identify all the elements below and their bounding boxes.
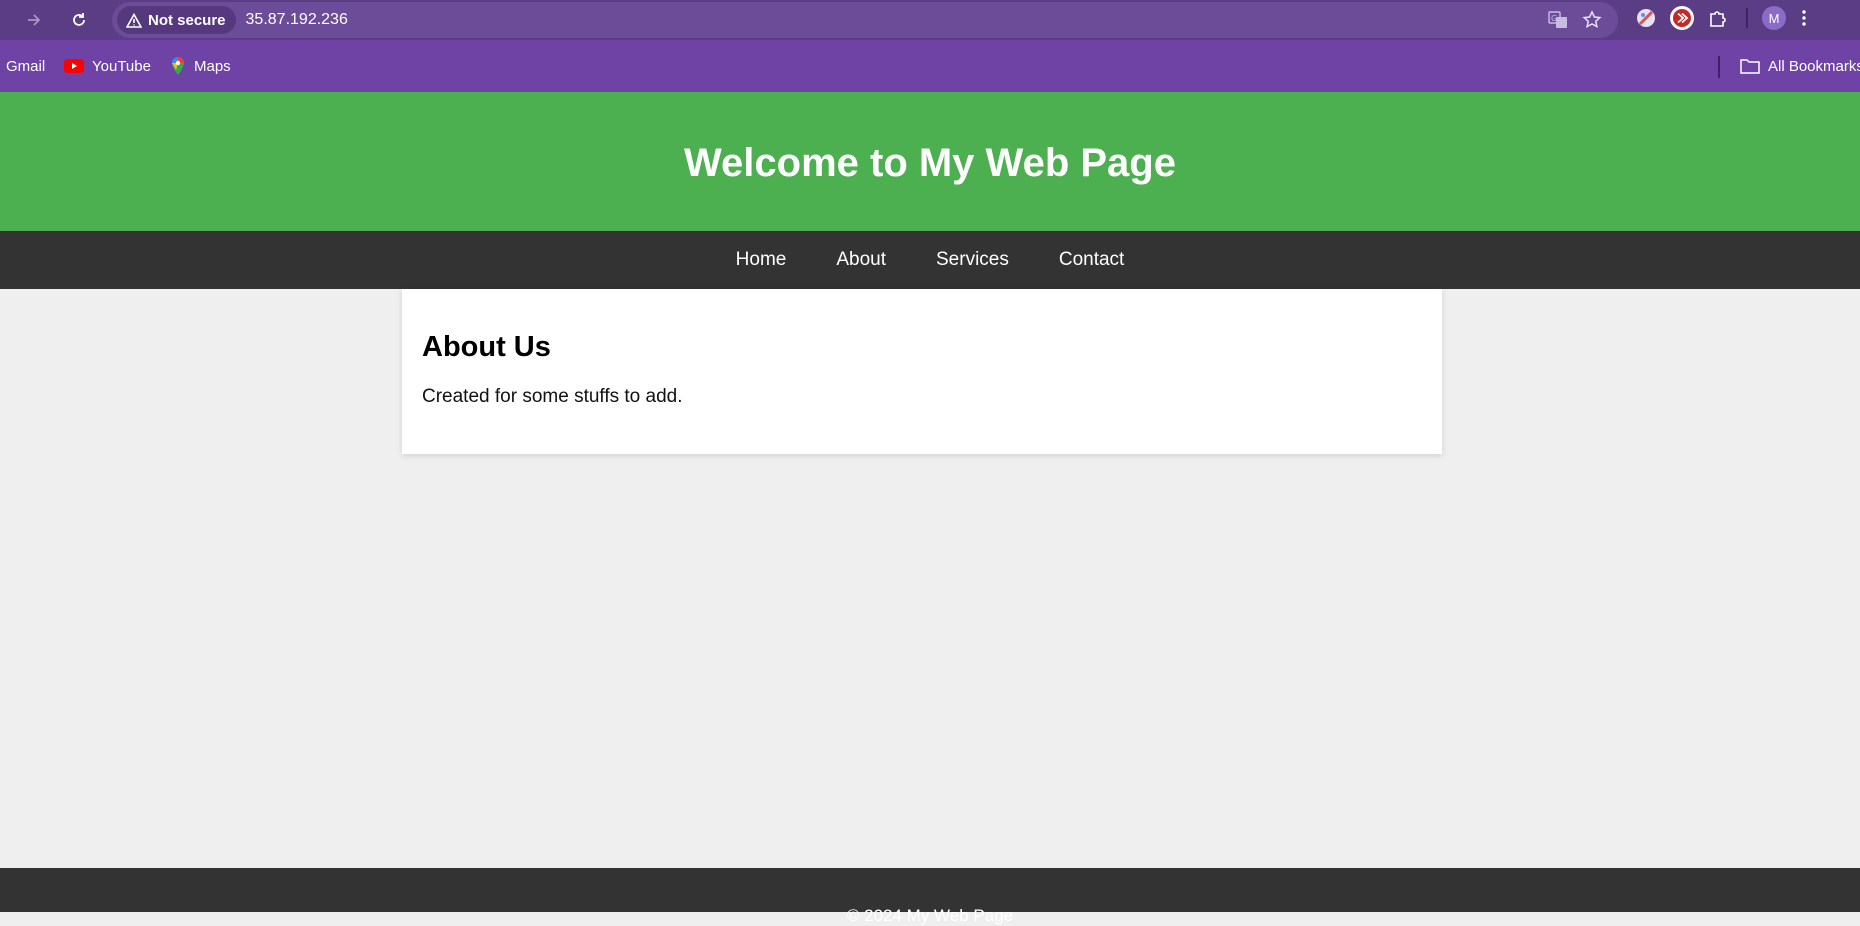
nav-link-about[interactable]: About: [811, 249, 911, 271]
site-footer: © 2024 My Web Page: [0, 868, 1860, 925]
all-bookmarks-label: All Bookmarks: [1768, 57, 1860, 75]
extensions-area: M: [1632, 4, 1814, 32]
svg-text:G: G: [1551, 14, 1557, 23]
bookmark-gmail[interactable]: Gmail: [0, 50, 51, 82]
warning-icon: [126, 12, 142, 28]
security-chip[interactable]: Not secure: [117, 6, 236, 34]
address-bar[interactable]: Not secure 35.87.192.236 G: [112, 2, 1618, 38]
bookmark-youtube[interactable]: YouTube: [58, 50, 157, 82]
section-text: Created for some stuffs to add.: [422, 386, 683, 407]
paint-extension-icon: [1637, 9, 1655, 27]
bookmark-star-button[interactable]: [1578, 6, 1606, 34]
extension-record-button[interactable]: [1668, 4, 1696, 32]
bookmark-label: YouTube: [92, 57, 151, 75]
section-title: About Us: [422, 331, 551, 363]
site-header: Welcome to My Web Page: [0, 92, 1860, 231]
nav-link-services[interactable]: Services: [911, 249, 1034, 271]
nav-link-contact[interactable]: Contact: [1034, 249, 1149, 271]
star-icon: [1582, 10, 1602, 29]
puzzle-icon: [1710, 11, 1726, 27]
about-section: About Us Created for some stuffs to add.: [402, 289, 1442, 454]
bookmark-maps[interactable]: Maps: [164, 50, 237, 82]
arrow-right-icon: [28, 14, 41, 26]
extension-paint-button[interactable]: [1632, 4, 1660, 32]
reload-button[interactable]: [63, 4, 95, 36]
bookmarks-bar: Gmail YouTube Maps All Bookmarks: [0, 40, 1860, 92]
youtube-icon: [64, 59, 84, 73]
toolbar-divider: [1746, 8, 1748, 28]
extensions-menu-button[interactable]: [1704, 4, 1732, 32]
maps-icon: [172, 57, 184, 75]
all-bookmarks-button[interactable]: All Bookmarks: [1734, 50, 1860, 82]
profile-avatar[interactable]: M: [1762, 6, 1786, 30]
bookmark-label: Maps: [194, 57, 231, 75]
bookmark-label: Gmail: [6, 57, 46, 75]
footer-text: © 2024 My Web Page: [846, 906, 1014, 925]
nav-link-home[interactable]: Home: [711, 249, 812, 271]
browser-toolbar: Not secure 35.87.192.236 G M: [0, 0, 1860, 40]
translate-button[interactable]: G: [1544, 6, 1572, 34]
url-text[interactable]: 35.87.192.236: [246, 11, 348, 29]
record-extension-icon: [1670, 6, 1694, 30]
security-label: Not secure: [148, 11, 226, 29]
page-title: Welcome to My Web Page: [684, 141, 1176, 185]
site-nav: Home About Services Contact: [0, 231, 1860, 289]
reload-icon: [73, 13, 85, 26]
forward-button[interactable]: [18, 4, 50, 36]
folder-icon: [1740, 59, 1760, 74]
more-vertical-icon: [1802, 10, 1806, 26]
bookmarks-divider: [1718, 56, 1720, 78]
browser-menu-button[interactable]: [1794, 4, 1814, 32]
translate-icon: G: [1548, 11, 1567, 28]
